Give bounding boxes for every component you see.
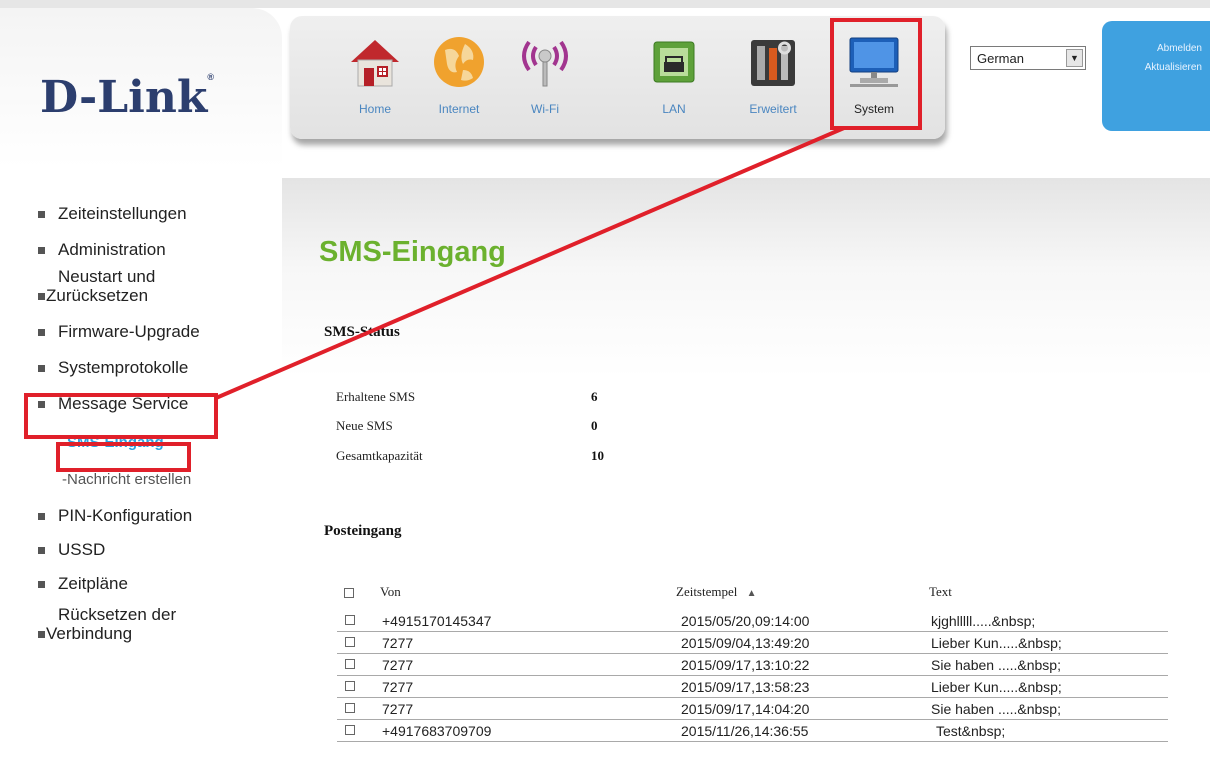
annotation-arrow-line [215, 126, 845, 400]
